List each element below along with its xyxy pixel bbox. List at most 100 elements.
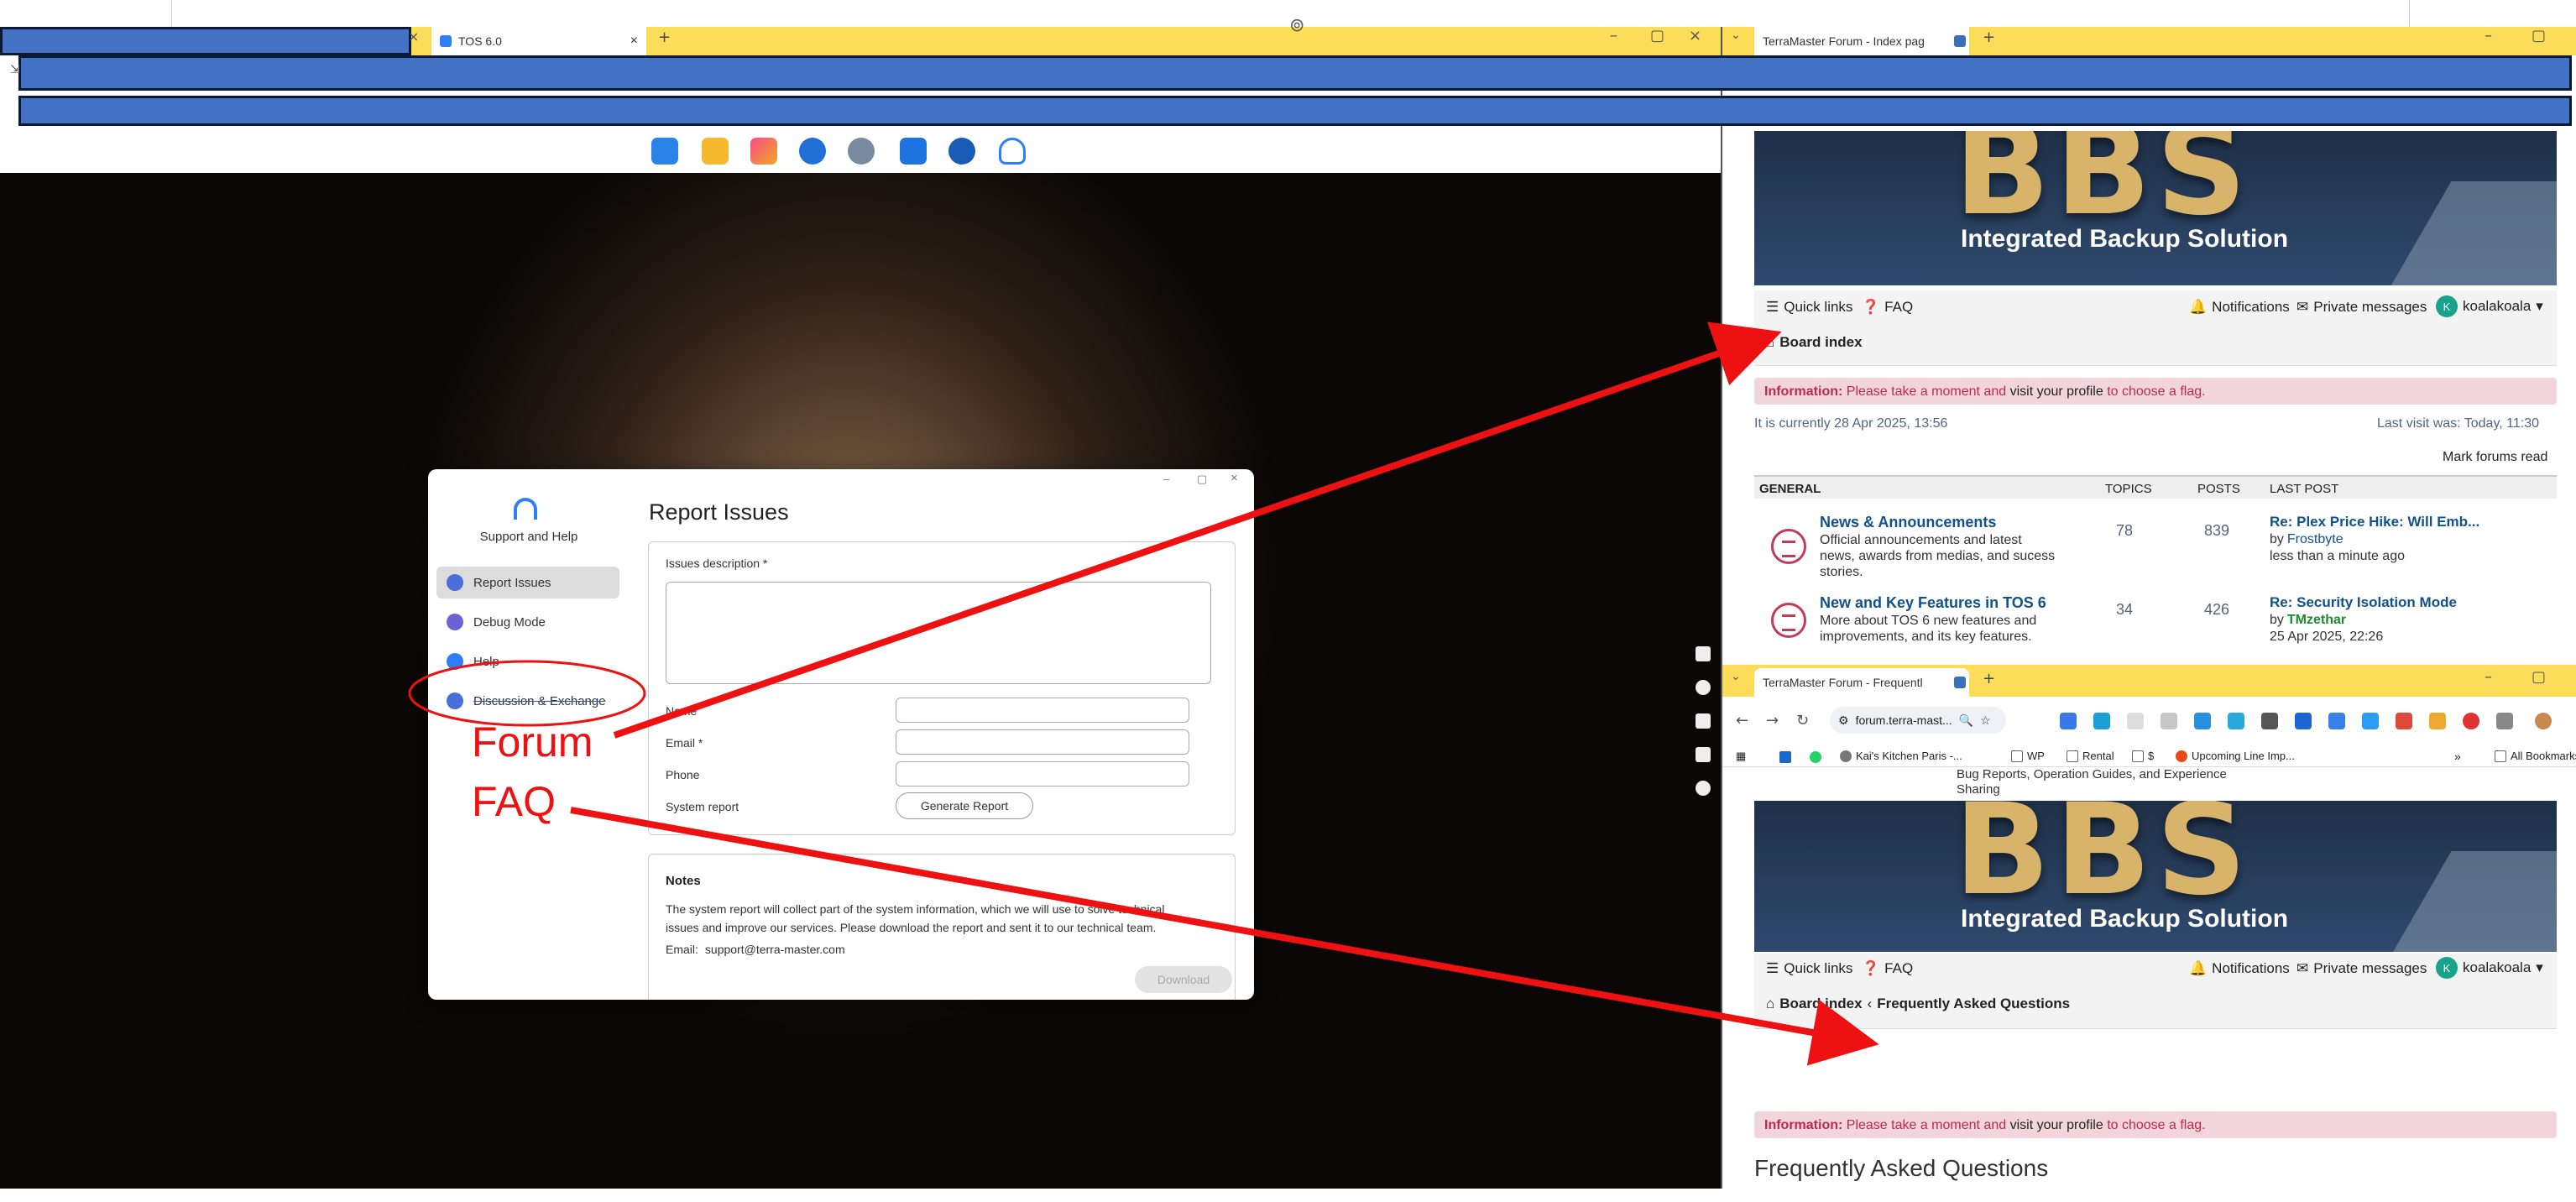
- phone-field[interactable]: [896, 761, 1189, 787]
- bookmark-item[interactable]: Kai's Kitchen Paris -...: [1840, 750, 1962, 762]
- widget-bell-icon[interactable]: [1696, 713, 1711, 729]
- docker-icon[interactable]: [948, 138, 975, 165]
- selected-bookmarks-highlight[interactable]: [18, 96, 2572, 126]
- bookmark-item[interactable]: Upcoming Line Imp...: [2176, 750, 2295, 762]
- extension-icon[interactable]: [2362, 713, 2379, 729]
- tab-tos[interactable]: TOS 6.0 ×: [431, 27, 646, 55]
- extension-icon[interactable]: [2328, 713, 2345, 729]
- extension-icon[interactable]: [2194, 713, 2211, 729]
- tab-forum-faq[interactable]: TerraMaster Forum - Frequentl ×: [1754, 668, 1969, 697]
- nav-debug-mode[interactable]: Debug Mode: [436, 606, 619, 638]
- email-value[interactable]: support@terra-master.com: [705, 943, 845, 956]
- download-button[interactable]: Download: [1135, 966, 1232, 993]
- extension-icon[interactable]: [2261, 713, 2278, 729]
- notifications-link[interactable]: 🔔 Notifications: [2189, 960, 2290, 977]
- maximize-icon[interactable]: ▢: [1197, 473, 1207, 486]
- extension-icon[interactable]: [2463, 713, 2479, 729]
- issues-description-textarea[interactable]: [666, 582, 1211, 684]
- control-panel-icon[interactable]: [651, 138, 678, 165]
- widget-chat-icon[interactable]: [1696, 680, 1711, 695]
- breadcrumb-board-index[interactable]: Board index: [1779, 996, 1862, 1012]
- bookmark-item[interactable]: Rental: [2067, 750, 2114, 762]
- files-icon[interactable]: [702, 138, 729, 165]
- new-tab-icon[interactable]: +: [1983, 670, 1995, 687]
- private-messages-link[interactable]: ✉ Private messages: [2296, 299, 2427, 316]
- name-field[interactable]: [896, 698, 1189, 723]
- forum-title[interactable]: New and Key Features in TOS 6: [1820, 594, 2046, 612]
- forum-title[interactable]: News & Announcements: [1820, 514, 1996, 531]
- nav-report-issues[interactable]: Report Issues: [436, 567, 619, 598]
- selected-tab-highlight[interactable]: [0, 27, 411, 55]
- last-post-title[interactable]: Re: Plex Price Hike: Will Emb...: [2270, 514, 2479, 530]
- private-messages-link[interactable]: ✉ Private messages: [2296, 960, 2427, 977]
- rotate-handle-icon[interactable]: ⊚: [1289, 15, 1304, 36]
- profile-avatar[interactable]: [2535, 713, 2552, 729]
- all-bookmarks[interactable]: All Bookmarks: [2495, 750, 2576, 762]
- extension-icon[interactable]: [2429, 713, 2446, 729]
- nav-help[interactable]: Help: [436, 645, 619, 677]
- tab-search-icon[interactable]: ⌄: [1731, 670, 1741, 683]
- breadcrumb-faq[interactable]: Frequently Asked Questions: [1877, 996, 2070, 1012]
- puzzle-icon[interactable]: [2496, 713, 2513, 729]
- last-post-user[interactable]: Frostbyte: [2287, 532, 2343, 547]
- back-icon[interactable]: ←: [1736, 712, 1748, 729]
- last-post-user[interactable]: TMzethar: [2287, 613, 2346, 628]
- close-icon[interactable]: ×: [408, 29, 419, 44]
- quick-links[interactable]: ☰ Quick links: [1766, 960, 1852, 977]
- close-icon[interactable]: ×: [1689, 27, 1701, 44]
- overflow-chevron-icon[interactable]: »: [2454, 750, 2461, 763]
- visit-profile-link[interactable]: visit your profile: [2010, 384, 2103, 399]
- close-icon[interactable]: ×: [630, 34, 638, 49]
- widget-monitor-icon[interactable]: [1696, 646, 1711, 661]
- support-icon[interactable]: [999, 138, 1026, 165]
- maximize-icon[interactable]: ▢: [2532, 27, 2546, 44]
- maximize-icon[interactable]: ▢: [2532, 668, 2546, 686]
- breadcrumb[interactable]: ⌂ Board index: [1766, 334, 1863, 351]
- tab-search-icon[interactable]: ⌄: [1731, 29, 1741, 42]
- outlook-icon[interactable]: [1779, 751, 1791, 763]
- visit-profile-link[interactable]: visit your profile: [2010, 1118, 2103, 1132]
- resize-handle-icon[interactable]: ⇲: [10, 62, 20, 76]
- clock-icon[interactable]: [799, 138, 826, 165]
- extension-icon[interactable]: [2127, 713, 2144, 729]
- whatsapp-icon[interactable]: [1810, 751, 1821, 763]
- extension-icon[interactable]: [2093, 713, 2110, 729]
- widget-help-icon[interactable]: [1696, 781, 1711, 796]
- minimize-icon[interactable]: –: [1163, 473, 1169, 485]
- mark-forums-read-link[interactable]: Mark forums read: [2443, 450, 2547, 465]
- address-bar[interactable]: ⚙ forum.terra-mast... 🔍 ☆: [1830, 707, 2006, 734]
- minimize-icon[interactable]: –: [2485, 27, 2492, 44]
- reload-icon[interactable]: ↻: [1796, 712, 1809, 729]
- quick-links[interactable]: ☰ Quick links: [1766, 299, 1852, 316]
- user-menu[interactable]: Kkoalakoala ▾: [2436, 295, 2543, 317]
- extension-icon[interactable]: [2295, 713, 2312, 729]
- new-tab-icon[interactable]: +: [1983, 29, 1995, 46]
- mail-icon[interactable]: [900, 138, 927, 165]
- extension-icon[interactable]: [2161, 713, 2177, 729]
- faq-link[interactable]: ❓ FAQ: [1862, 960, 1913, 977]
- settings-icon[interactable]: [848, 138, 875, 165]
- app-center-icon[interactable]: [750, 138, 777, 165]
- generate-report-button[interactable]: Generate Report: [896, 792, 1033, 819]
- close-icon[interactable]: ×: [1231, 471, 1238, 485]
- faq-link[interactable]: ❓ FAQ: [1862, 299, 1913, 316]
- extension-icon[interactable]: [2060, 713, 2077, 729]
- minimize-icon[interactable]: –: [1610, 27, 1617, 44]
- email-field[interactable]: [896, 729, 1189, 755]
- minimize-icon[interactable]: –: [2485, 668, 2492, 686]
- tab-forum-index[interactable]: TerraMaster Forum - Index pag ×: [1754, 27, 1969, 55]
- notifications-link[interactable]: 🔔 Notifications: [2189, 299, 2290, 316]
- nav-discussion-exchange[interactable]: Discussion & Exchange: [436, 685, 619, 717]
- user-menu[interactable]: Kkoalakoala ▾: [2436, 957, 2543, 979]
- maximize-icon[interactable]: ▢: [1650, 27, 1664, 44]
- new-tab-icon[interactable]: +: [658, 29, 671, 46]
- selected-toolbar-highlight[interactable]: [18, 55, 2572, 91]
- bookmark-item[interactable]: $: [2132, 750, 2154, 762]
- last-post-title[interactable]: Re: Security Isolation Mode: [2270, 594, 2457, 611]
- apps-grid-icon[interactable]: ▦: [1736, 750, 1746, 763]
- extension-icon[interactable]: [2396, 713, 2412, 729]
- bookmark-item[interactable]: WP: [2011, 750, 2045, 762]
- forward-icon[interactable]: →: [1766, 712, 1779, 729]
- widget-lock-icon[interactable]: [1696, 747, 1711, 762]
- extension-icon[interactable]: [2228, 713, 2244, 729]
